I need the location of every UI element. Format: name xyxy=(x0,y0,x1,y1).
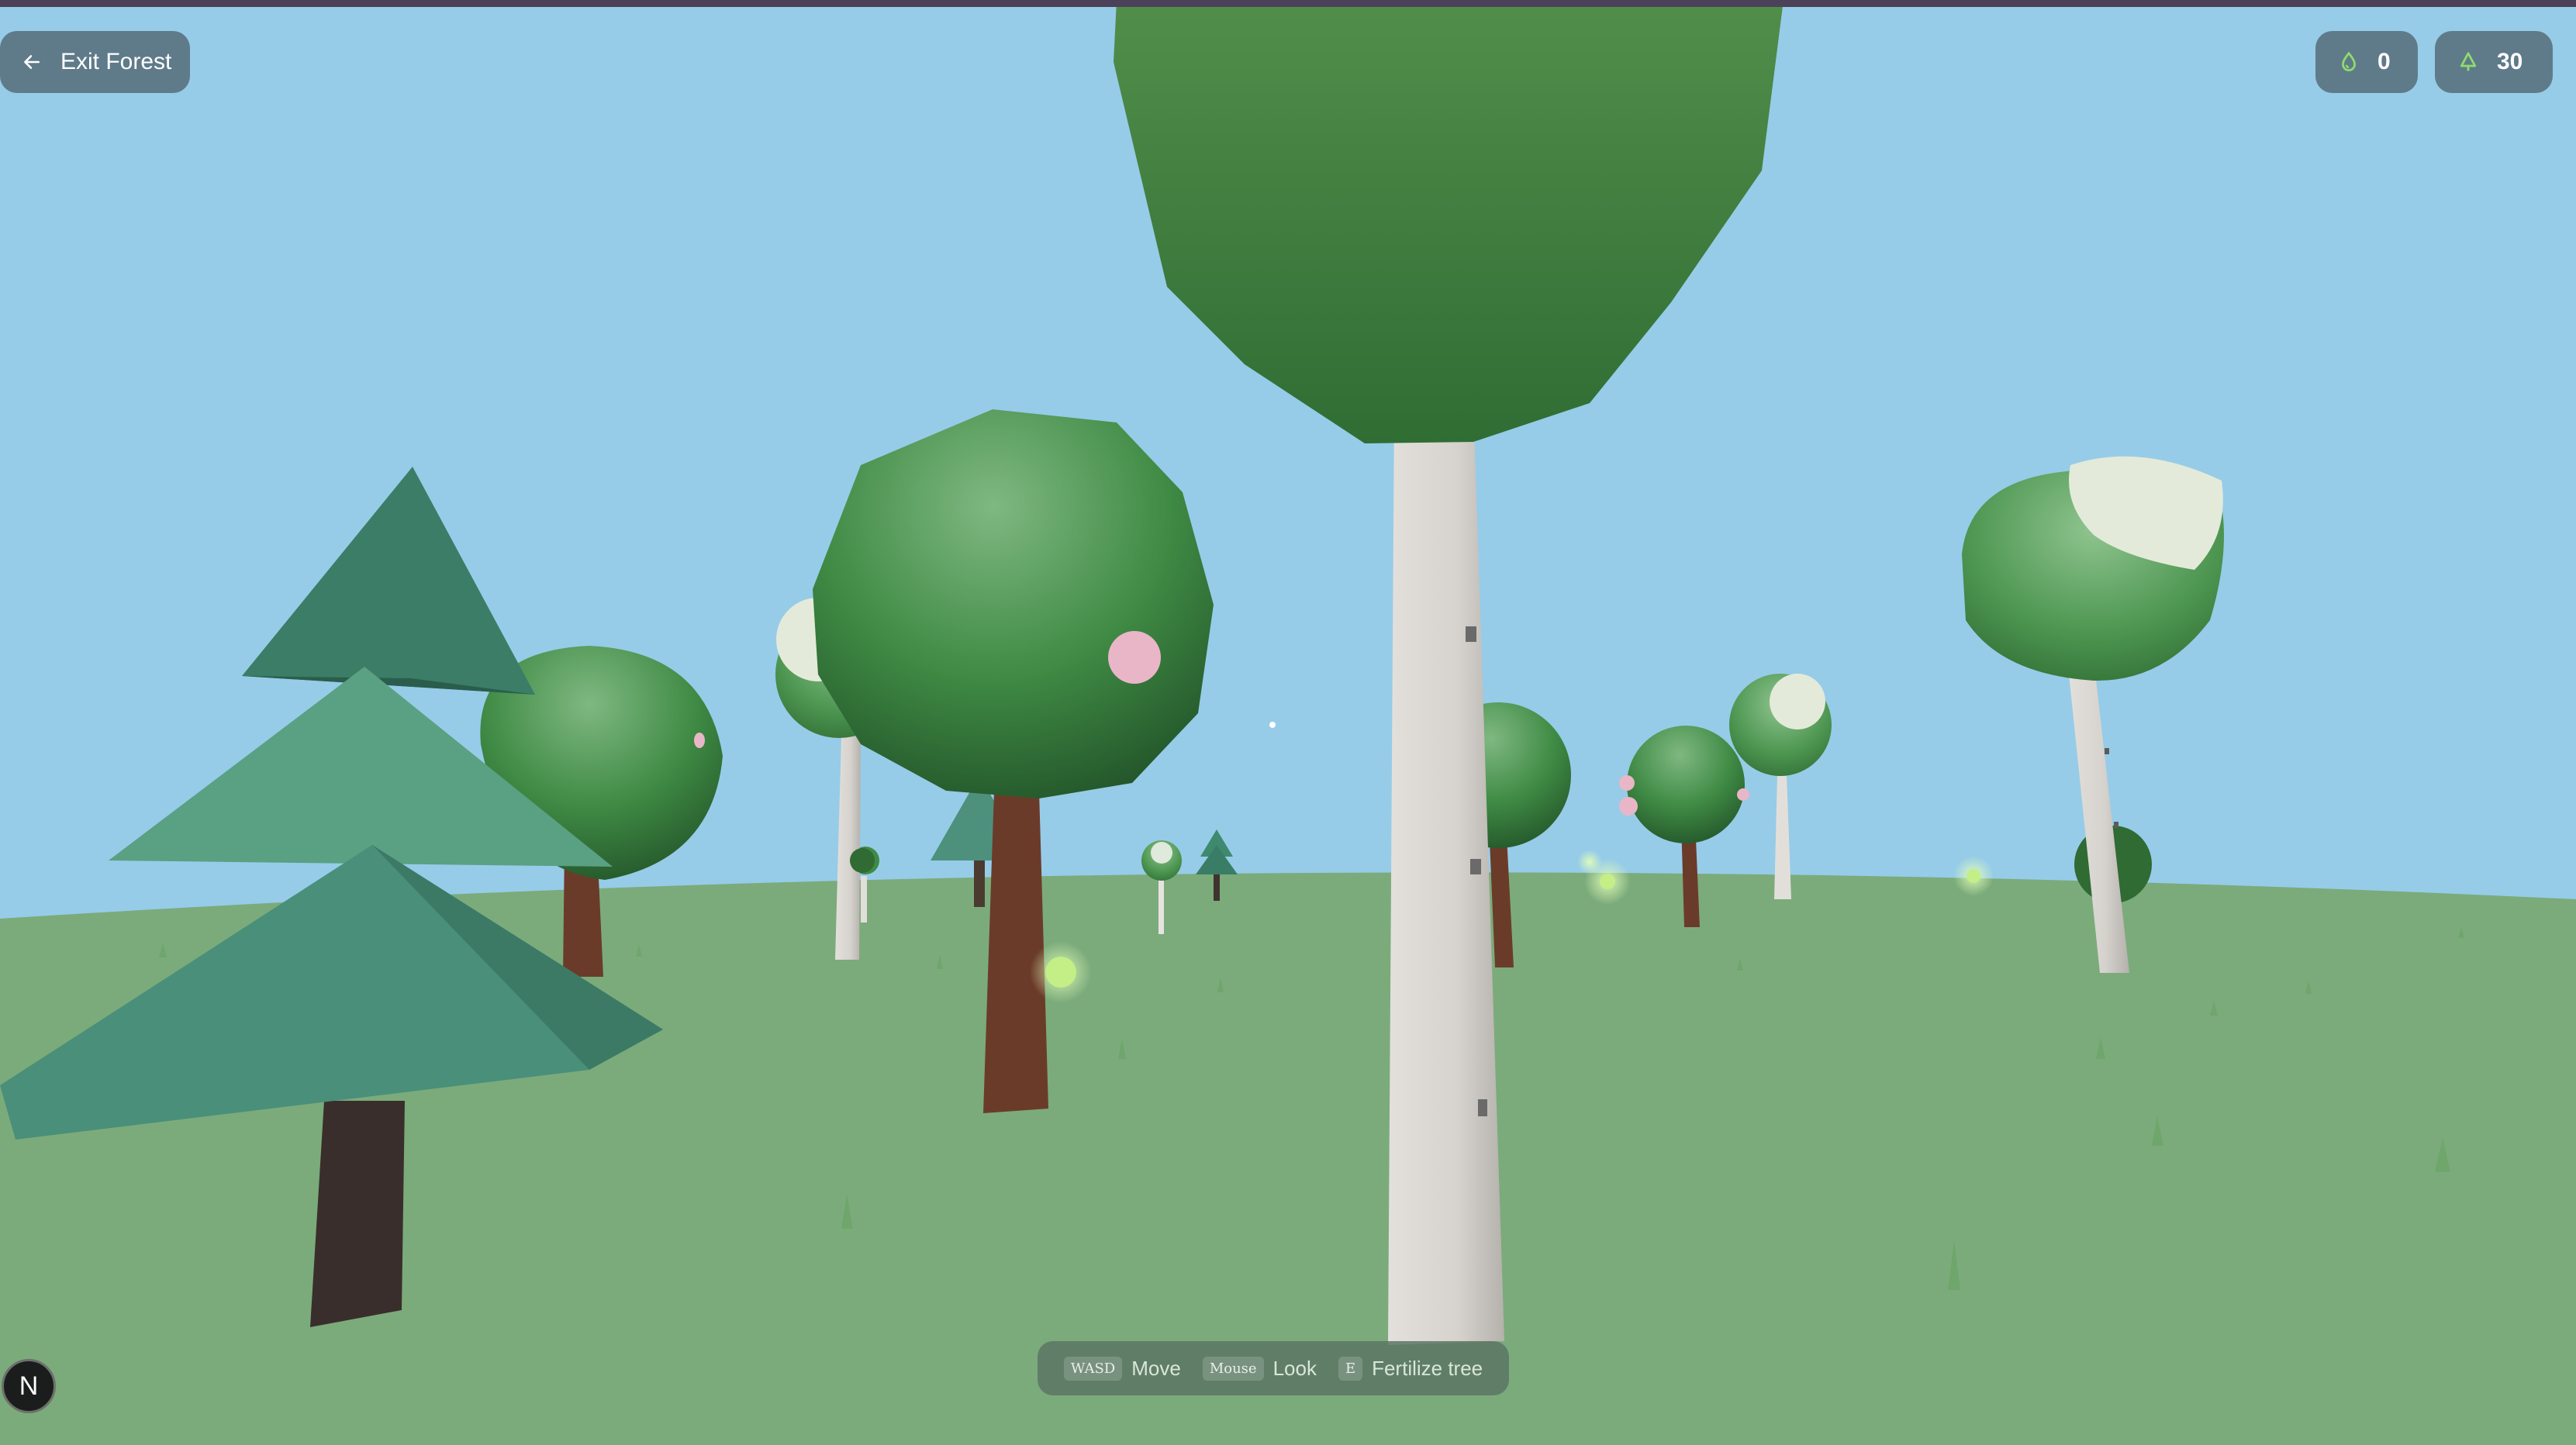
key-e: E xyxy=(1338,1356,1363,1381)
droplet-icon xyxy=(2337,50,2360,74)
arrow-left-icon xyxy=(22,52,42,72)
hint-fertilize: E Fertilize tree xyxy=(1338,1356,1483,1381)
top-border-overlay xyxy=(0,0,2576,7)
tree-icon xyxy=(2457,50,2480,74)
forest-scene[interactable] xyxy=(0,0,2576,1445)
water-count: 0 xyxy=(2377,49,2391,74)
n-letter: N xyxy=(19,1371,39,1401)
exit-forest-label: Exit Forest xyxy=(60,49,172,74)
tree-count: 30 xyxy=(2497,49,2523,74)
controls-hint-bar: WASD Move Mouse Look E Fertilize tree xyxy=(1038,1341,1509,1395)
key-mouse: Mouse xyxy=(1202,1356,1264,1381)
tree-counter: 30 xyxy=(2435,31,2553,93)
n-badge-button[interactable]: N xyxy=(2,1359,56,1413)
key-wasd: WASD xyxy=(1063,1356,1123,1381)
water-counter: 0 xyxy=(2315,31,2418,93)
hint-move: WASD Move xyxy=(1063,1356,1181,1381)
hint-move-label: Move xyxy=(1131,1356,1181,1380)
hint-look-label: Look xyxy=(1272,1356,1317,1380)
hint-look: Mouse Look xyxy=(1202,1356,1317,1381)
exit-forest-button[interactable]: Exit Forest xyxy=(0,31,190,93)
hint-fertilize-label: Fertilize tree xyxy=(1372,1356,1483,1380)
